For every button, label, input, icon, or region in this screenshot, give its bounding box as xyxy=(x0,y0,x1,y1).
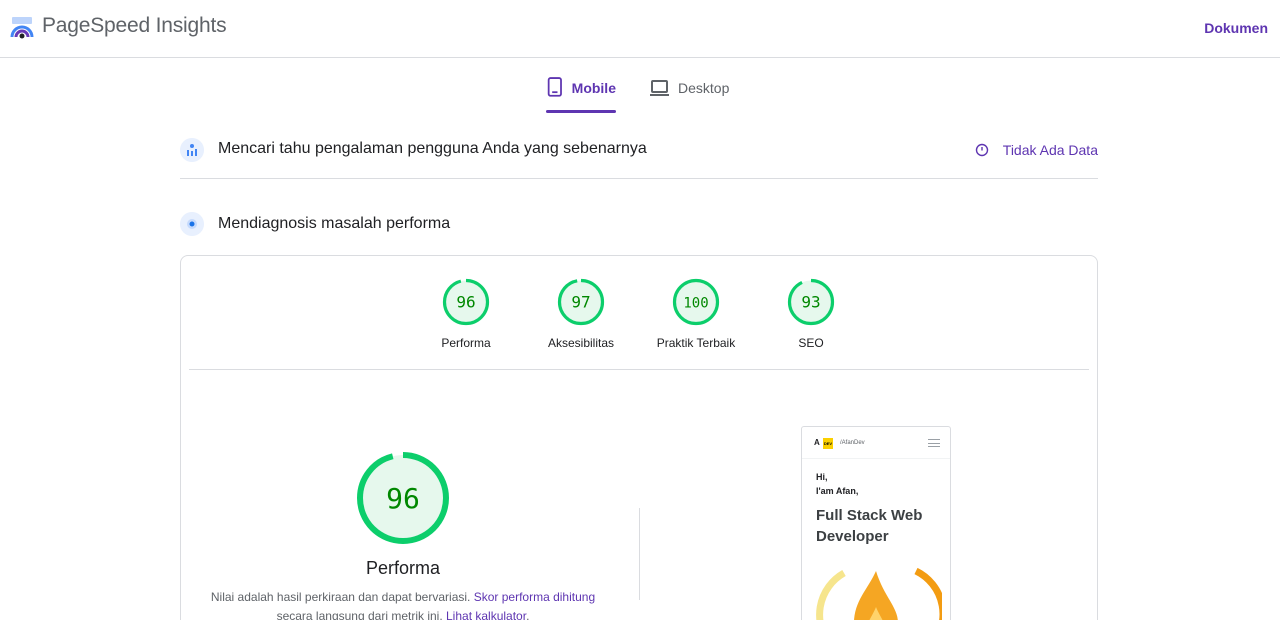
score-label: Aksesibilitas xyxy=(547,336,615,350)
app-header: PageSpeed Insights Dokumen xyxy=(0,0,1280,58)
score-ring: 96 xyxy=(442,278,490,326)
laptop-icon xyxy=(650,80,669,96)
score-gauge-seo[interactable]: 93 SEO xyxy=(756,278,866,350)
lab-data-section: Mendiagnosis masalah performa xyxy=(180,210,1098,240)
note-end: . xyxy=(526,609,530,620)
score-gauge-aksesibilitas[interactable]: 97 Aksesibilitas xyxy=(526,278,636,350)
thumb-greeting-1: Hi, xyxy=(816,472,828,482)
score-ring: 97 xyxy=(557,278,605,326)
tab-mobile[interactable]: Mobile xyxy=(546,74,616,114)
score-label: Praktik Terbaik xyxy=(656,336,736,350)
score-value: 100 xyxy=(683,296,708,312)
thumb-role: Full Stack Web Developer xyxy=(816,507,923,545)
score-ring: 100 xyxy=(672,278,720,326)
score-label: Performa xyxy=(441,336,491,350)
score-ring: 93 xyxy=(787,278,835,326)
performance-big-gauge: 96 xyxy=(357,452,449,544)
no-data-status[interactable]: Tidak Ada Data xyxy=(975,142,1098,158)
pagespeed-logo-icon[interactable] xyxy=(10,15,34,39)
performance-big-score: 96 xyxy=(386,482,420,515)
score-gauge-praktik-terbaik[interactable]: 100 Praktik Terbaik xyxy=(641,278,751,350)
tab-desktop-label: Desktop xyxy=(678,80,730,96)
tab-mobile-label: Mobile xyxy=(571,80,616,96)
lighthouse-icon xyxy=(180,212,204,236)
lighthouse-report-card: 96 Performa 97 Aksesibilitas 100 Praktik Terb… xyxy=(180,255,1098,620)
thumb-navbar: A DEV /AfanDev xyxy=(802,427,950,459)
lab-data-title: Mendiagnosis masalah performa xyxy=(218,215,451,232)
card-divider xyxy=(189,369,1089,370)
thumb-greeting: Hi, I'am Afan, xyxy=(816,470,858,498)
score-value: 93 xyxy=(801,293,820,312)
calculator-link[interactable]: Lihat kalkulator xyxy=(446,609,526,620)
score-calc-link[interactable]: Skor performa dihitung xyxy=(474,590,595,604)
note-text-1: Nilai adalah hasil perkiraan dan dapat b… xyxy=(210,590,471,604)
score-note: Nilai adalah hasil perkiraan dan dapat b… xyxy=(201,588,605,620)
clock-icon xyxy=(975,143,988,157)
note-text-2: secara langsung dari metrik ini. xyxy=(276,609,443,620)
thumb-handle: /AfanDev xyxy=(840,440,865,446)
phone-icon xyxy=(547,77,562,97)
score-value: 96 xyxy=(456,293,475,312)
field-data-title: Mencari tahu pengalaman pengguna Anda ya… xyxy=(218,140,647,157)
hamburger-menu-icon xyxy=(928,439,940,447)
users-chart-icon xyxy=(180,138,204,162)
docs-link[interactable]: Dokumen xyxy=(1204,20,1268,36)
score-gauge-performa[interactable]: 96 Performa xyxy=(411,278,521,350)
flame-illustration-icon xyxy=(816,567,942,620)
thumb-logo-badge: DEV xyxy=(823,438,833,449)
performance-big-label: Performa xyxy=(365,558,441,578)
score-label: SEO xyxy=(798,336,824,350)
active-tab-indicator xyxy=(546,110,616,113)
tab-desktop[interactable]: Desktop xyxy=(648,74,738,114)
no-data-label: Tidak Ada Data xyxy=(1002,142,1098,158)
thumb-logo-letter: A xyxy=(814,438,820,447)
app-title: PageSpeed Insights xyxy=(42,14,227,37)
vertical-separator xyxy=(639,508,640,600)
field-data-section: Mencari tahu pengalaman pengguna Anda ya… xyxy=(180,134,1098,179)
page-screenshot-thumbnail[interactable]: A DEV /AfanDev Hi, I'am Afan, Full Stack… xyxy=(801,426,951,620)
thumb-greeting-2: I'am Afan, xyxy=(816,486,859,496)
score-value: 97 xyxy=(571,293,590,312)
